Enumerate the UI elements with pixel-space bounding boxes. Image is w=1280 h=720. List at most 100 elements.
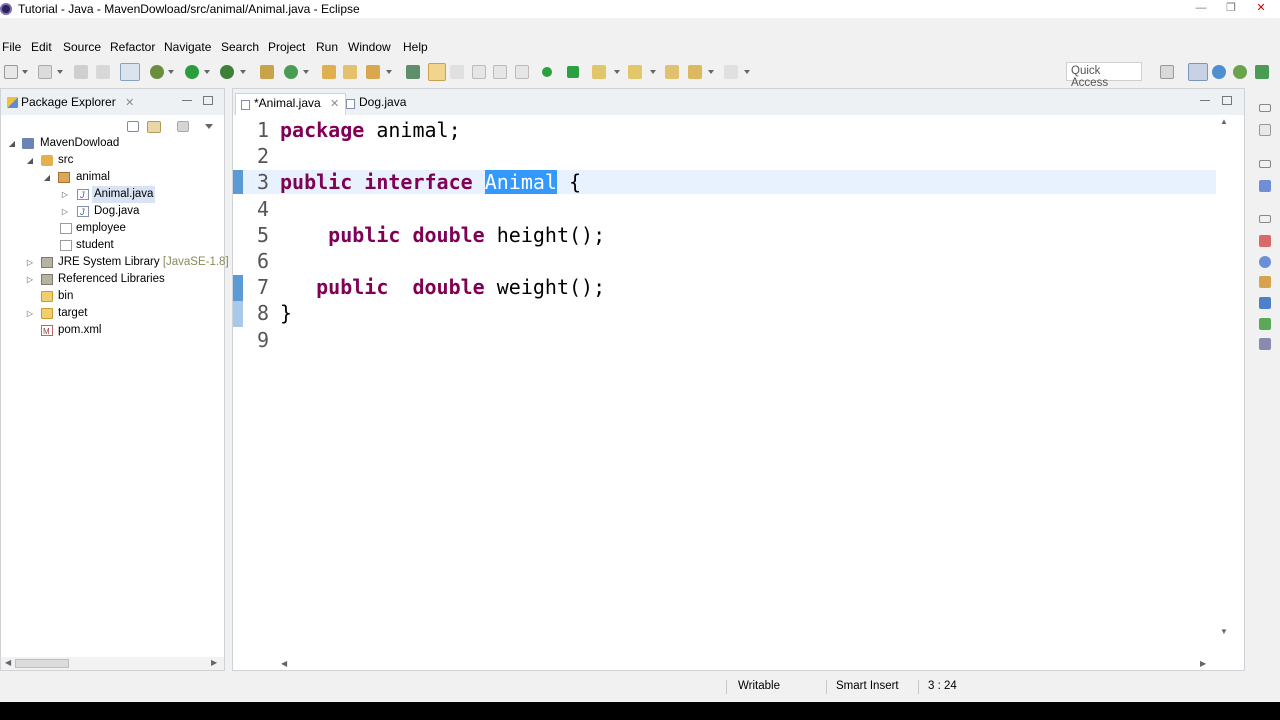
maximize-editor-icon[interactable] [1222,96,1232,105]
save-all-icon[interactable] [96,65,110,79]
new-java-class-icon[interactable] [284,65,298,79]
scroll-right-icon[interactable]: ▶ [211,658,217,667]
java-perspective-icon[interactable] [1212,65,1226,79]
maximize-window-button[interactable]: ❐ [1218,2,1244,16]
git-perspective-icon[interactable] [1255,65,1269,79]
scroll-down-icon[interactable]: ▼ [1220,627,1228,636]
maximize-view-icon[interactable] [203,96,213,105]
java-ee-perspective-icon[interactable] [1188,63,1208,81]
menu-source[interactable]: Source [63,40,101,54]
show-source-icon[interactable] [515,65,529,79]
menu-help[interactable]: Help [403,40,428,54]
scroll-up-icon[interactable]: ▲ [1220,117,1228,126]
editor-horizontal-scrollbar[interactable]: ◀ ▶ [277,658,1213,670]
forward-icon[interactable] [724,65,738,79]
previous-annotation-icon[interactable] [628,65,642,79]
menu-project[interactable]: Project [268,40,305,54]
collapsed-arrow-icon[interactable]: ▷ [60,203,70,220]
menu-run[interactable]: Run [316,40,338,54]
collapsed-arrow-icon[interactable]: ▷ [25,254,35,271]
scroll-right-icon[interactable]: ▶ [1200,659,1206,668]
menu-navigate[interactable]: Navigate [164,40,211,54]
code-line[interactable]: 7 public double weight(); [233,274,1213,300]
code-line[interactable]: 9 [233,327,1213,353]
code-line[interactable]: 3 public interface Animal { [233,169,1213,195]
package-explorer-tab[interactable]: Package Explorer ✕ [5,93,138,113]
expanded-arrow-icon[interactable]: ◢ [42,169,52,186]
block-selection-icon[interactable] [450,65,464,79]
next-annotation-dropdown-icon[interactable] [614,65,620,79]
restore-icon[interactable] [1259,104,1271,112]
close-window-button[interactable]: ✕ [1248,2,1274,16]
outline-icon[interactable] [1259,180,1271,192]
minimize-editor-icon[interactable] [1200,100,1210,102]
scroll-left-icon[interactable]: ◀ [281,659,287,668]
toggle-mark-occurrences-icon[interactable] [120,63,140,81]
code-line[interactable]: 4 [233,196,1213,222]
collapse-all-icon[interactable] [127,121,139,132]
code-line[interactable]: 6 [233,248,1213,274]
insert-mode-status[interactable]: Smart Insert [836,680,899,692]
problems-icon[interactable] [1259,235,1271,247]
menu-search[interactable]: Search [221,40,259,54]
back-icon[interactable] [688,65,702,79]
open-type-icon[interactable] [322,65,336,79]
open-dropdown-icon[interactable] [57,65,63,79]
quick-access-field[interactable]: Quick Access [1066,62,1142,89]
save-icon[interactable] [74,65,88,79]
debug-icon[interactable] [150,65,164,79]
new-dropdown-icon[interactable] [22,65,28,79]
next-annotation-icon[interactable] [592,65,606,79]
close-tab-icon[interactable]: ✕ [330,98,339,110]
menu-file[interactable]: File [2,40,21,54]
collapsed-arrow-icon[interactable]: ▷ [60,186,70,203]
back-dropdown-icon[interactable] [708,65,714,79]
tab-dog-java[interactable]: Dog.java [341,93,412,115]
console-icon[interactable] [1259,297,1271,309]
package-explorer-horizontal-scrollbar[interactable]: ◀ ▶ [1,657,224,670]
debug-dropdown-icon[interactable] [168,65,174,79]
menu-refactor[interactable]: Refactor [110,40,155,54]
new-class-dropdown-icon[interactable] [303,65,309,79]
debug-perspective-icon[interactable] [1233,65,1247,79]
servers-icon[interactable] [1259,338,1271,350]
restore-icon[interactable] [1259,160,1271,168]
scrollbar-thumb[interactable] [15,659,69,668]
restore-icon[interactable] [1259,215,1271,223]
new-java-package-icon[interactable] [260,65,274,79]
previous-annotation-dropdown-icon[interactable] [650,65,656,79]
run-coverage-icon[interactable] [220,65,234,79]
collapsed-arrow-icon[interactable]: ▷ [25,271,35,288]
run-icon[interactable] [185,65,199,79]
minimize-window-button[interactable]: — [1188,2,1214,16]
open-file-icon[interactable] [38,65,52,79]
open-perspective-icon[interactable] [1160,65,1174,79]
declaration-icon[interactable] [1259,276,1271,288]
menu-window[interactable]: Window [348,40,391,54]
run-dropdown-icon[interactable] [204,65,210,79]
minimize-view-icon[interactable] [182,100,192,102]
link-with-editor-icon[interactable] [147,121,161,133]
show-whitespace-icon[interactable] [472,65,486,79]
close-view-icon[interactable]: ✕ [125,97,134,109]
open-task-icon[interactable] [343,65,357,79]
code-line[interactable]: 5 public double height(); [233,222,1213,248]
scroll-left-icon[interactable]: ◀ [5,658,11,667]
resume-icon[interactable] [542,67,552,77]
editor-vertical-scrollbar[interactable]: ▲ ▼ [1218,117,1230,641]
focus-on-task-icon[interactable] [177,121,189,132]
javadoc-icon[interactable] [1259,256,1271,268]
code-line[interactable]: 2 [233,143,1213,169]
toggle-breadcrumb-icon[interactable] [493,65,507,79]
menu-edit[interactable]: Edit [31,40,52,54]
code-line[interactable]: 1 package animal; [233,117,1213,143]
code-editor[interactable]: 1 package animal; 2 3 public interface Anima… [233,115,1244,646]
terminate-icon[interactable] [567,66,579,78]
last-edit-location-icon[interactable] [665,65,679,79]
task-list-icon[interactable] [1259,124,1271,136]
code-line[interactable]: 8} [233,300,1213,326]
new-icon[interactable] [4,65,18,79]
view-menu-icon[interactable] [205,124,213,129]
progress-icon[interactable] [1259,318,1271,330]
toggle-highlight-icon[interactable] [428,63,446,81]
